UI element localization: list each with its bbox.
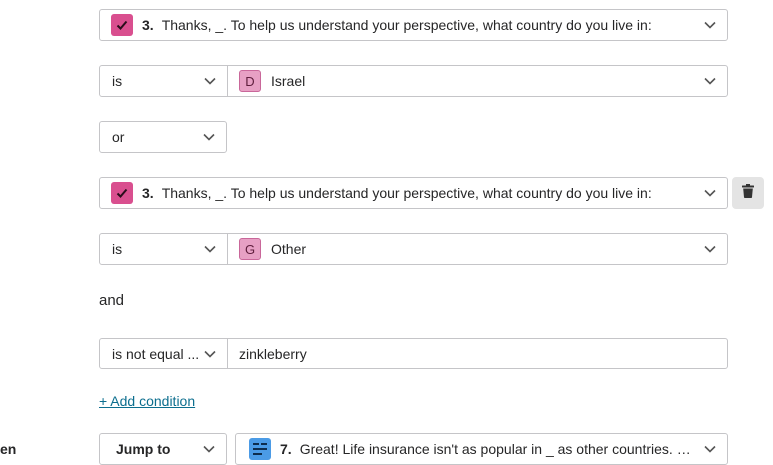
target-number: 7. [280, 441, 292, 457]
choice-value: Other [271, 241, 307, 257]
chevron-down-icon [703, 242, 717, 256]
chevron-down-icon [203, 347, 217, 361]
operator-label: is [112, 241, 123, 257]
question-text: Thanks, _. To help us understand your pe… [161, 185, 652, 201]
chevron-down-icon [203, 74, 217, 88]
delete-condition-button[interactable] [732, 177, 764, 209]
question-text: Thanks, _. To help us understand your pe… [161, 17, 652, 33]
value-select-2[interactable]: G Other [228, 234, 727, 264]
jump-target-select[interactable]: 7. Great! Life insurance isn't as popula… [235, 433, 728, 465]
chevron-down-icon [203, 242, 217, 256]
question-number: 3. [142, 185, 154, 201]
condition-row-2: is G Other [99, 233, 728, 265]
value-input-3[interactable]: zinkleberry [228, 339, 727, 368]
chevron-down-icon [202, 442, 216, 456]
statement-icon [249, 438, 271, 460]
chevron-down-icon [703, 74, 717, 88]
action-label: Jump to [116, 441, 171, 457]
chevron-down-icon [703, 442, 717, 456]
choice-value: Israel [271, 73, 306, 89]
chevron-down-icon [202, 130, 216, 144]
operator-select-3[interactable]: is not equal ... [100, 339, 227, 368]
operator-label: is [112, 73, 123, 89]
choice-letter-badge: D [239, 70, 261, 92]
condition-row-1: is D Israel [99, 65, 728, 97]
operator-select-1[interactable]: is [100, 66, 227, 96]
question-select-2[interactable]: 3. Thanks, _. To help us understand your… [99, 177, 728, 209]
joiner-label: or [112, 129, 125, 145]
add-condition-link[interactable]: + Add condition [99, 393, 195, 409]
value-text: zinkleberry [239, 345, 307, 362]
joiner-and-label: and [99, 292, 125, 309]
operator-select-2[interactable]: is [100, 234, 227, 264]
question-select-1[interactable]: 3. Thanks, _. To help us understand your… [99, 9, 728, 41]
condition-row-3: is not equal ... zinkleberry [99, 338, 728, 369]
trash-icon [742, 183, 754, 203]
question-number: 3. [142, 17, 154, 33]
action-select[interactable]: Jump to [99, 433, 227, 465]
target-text: Great! Life insurance isn't as popular i… [299, 441, 695, 457]
joiner-select-or[interactable]: or [99, 121, 227, 153]
operator-label: is not equal ... [112, 345, 200, 362]
chevron-down-icon [703, 18, 717, 32]
choice-letter-badge: G [239, 238, 261, 260]
chevron-down-icon [703, 186, 717, 200]
checkbox-question-icon [111, 14, 133, 36]
then-label: en [0, 441, 17, 457]
checkbox-question-icon [111, 182, 133, 204]
value-select-1[interactable]: D Israel [228, 66, 727, 96]
